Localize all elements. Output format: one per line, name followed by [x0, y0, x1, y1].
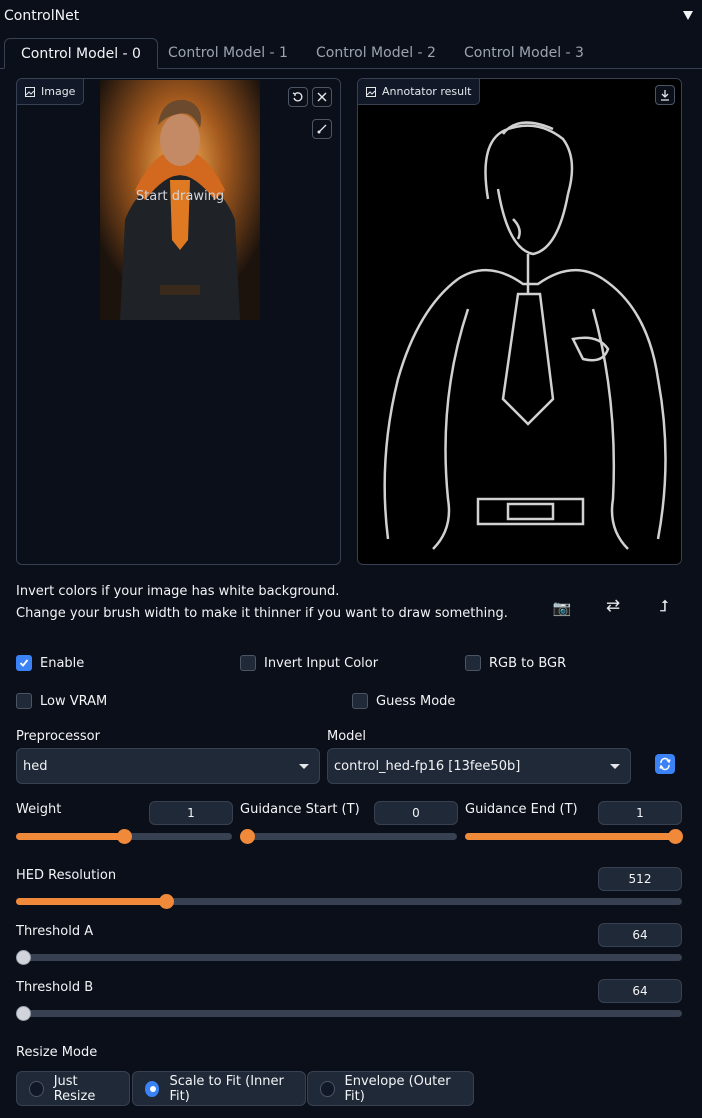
- brush-tool-button[interactable]: [312, 119, 332, 139]
- invert-input-color-checkbox[interactable]: Invert Input Color: [240, 655, 378, 671]
- checkbox-box: [240, 655, 256, 671]
- clear-image-button[interactable]: [312, 87, 332, 107]
- slider-thumb[interactable]: [240, 829, 255, 844]
- enable-label: Enable: [40, 655, 85, 671]
- hint-brush-width: Change your brush width to make it thinn…: [16, 606, 508, 621]
- section-title: ControlNet: [4, 8, 80, 24]
- threshold-a-slider[interactable]: [16, 950, 682, 965]
- collapse-triangle-icon[interactable]: [681, 8, 695, 22]
- guidance-start-label: Guidance Start (T): [240, 802, 360, 817]
- annotator-result-image: [358, 79, 681, 564]
- threshold-b-number-input[interactable]: 64: [598, 979, 682, 1003]
- rgb-to-bgr-checkbox[interactable]: RGB to BGR: [465, 655, 566, 671]
- radio-circle: [29, 1080, 44, 1097]
- hed-resolution-label: HED Resolution: [16, 868, 117, 883]
- image-label-text: Image: [41, 85, 76, 98]
- tab-control-model-1[interactable]: Control Model - 1: [152, 38, 304, 69]
- image-input-panel[interactable]: Image Start drawing: [16, 78, 341, 565]
- slider-thumb[interactable]: [668, 829, 683, 844]
- download-result-button[interactable]: [655, 85, 675, 105]
- model-value: control_hed-fp16 [13fee50b]: [334, 758, 521, 774]
- image-icon: [25, 86, 35, 97]
- chevron-down-icon: [299, 763, 309, 769]
- tab-control-model-2[interactable]: Control Model - 2: [300, 38, 452, 69]
- checkbox-box: [16, 693, 32, 709]
- threshold-b-label: Threshold B: [16, 980, 94, 995]
- radio-label: Just Resize: [53, 1073, 96, 1104]
- low-vram-label: Low VRAM: [40, 693, 108, 709]
- hed-edge-map-image: [383, 121, 667, 550]
- slider-thumb[interactable]: [16, 950, 31, 965]
- slider-thumb[interactable]: [117, 829, 132, 844]
- checkbox-box: [465, 655, 481, 671]
- camera-icon[interactable]: 📷: [549, 597, 575, 619]
- preprocessor-label: Preprocessor: [16, 729, 100, 744]
- rotate-image-button[interactable]: [288, 87, 308, 107]
- radio-just-resize[interactable]: Just Resize: [16, 1071, 130, 1106]
- annotator-result-panel: Annotator result: [357, 78, 682, 565]
- image-icon: [366, 86, 376, 97]
- threshold-a-label: Threshold A: [16, 924, 94, 939]
- enable-checkbox[interactable]: Enable: [16, 655, 84, 671]
- weight-slider[interactable]: [16, 829, 232, 844]
- guidance-start-number-input[interactable]: 0: [374, 801, 458, 825]
- radio-label: Envelope (Outer Fit): [344, 1073, 451, 1104]
- hed-resolution-number-input[interactable]: 512: [598, 867, 682, 891]
- slider-thumb[interactable]: [16, 1006, 31, 1021]
- threshold-a-number-input[interactable]: 64: [598, 923, 682, 947]
- start-drawing-overlay: Start drawing: [135, 189, 225, 204]
- weight-label: Weight: [16, 802, 62, 817]
- guess-mode-checkbox[interactable]: Guess Mode: [352, 693, 455, 709]
- threshold-b-slider[interactable]: [16, 1006, 682, 1021]
- checkbox-checked-icon: [16, 655, 32, 671]
- guidance-end-label: Guidance End (T): [465, 802, 578, 817]
- radio-circle: [320, 1080, 335, 1097]
- refresh-icon: [659, 757, 671, 771]
- image-panel-label: Image: [17, 79, 85, 105]
- guidance-end-number-input[interactable]: 1: [598, 801, 682, 825]
- send-dimensions-icon[interactable]: ⮥: [651, 595, 677, 617]
- slider-thumb[interactable]: [159, 894, 175, 909]
- low-vram-checkbox[interactable]: Low VRAM: [16, 693, 107, 709]
- slider-fill: [16, 833, 124, 840]
- radio-label: Scale to Fit (Inner Fit): [169, 1073, 284, 1104]
- tab-control-model-3[interactable]: Control Model - 3: [448, 38, 600, 69]
- guidance-end-slider[interactable]: [465, 829, 683, 844]
- swap-dimensions-icon[interactable]: ⇄: [600, 595, 626, 617]
- guess-mode-label: Guess Mode: [376, 693, 456, 709]
- brush-icon: [317, 124, 327, 134]
- close-icon: [317, 92, 327, 102]
- preprocessor-dropdown[interactable]: hed: [16, 748, 320, 784]
- annotator-label-text: Annotator result: [382, 85, 472, 98]
- slider-fill: [16, 898, 167, 905]
- hed-resolution-slider[interactable]: [16, 894, 682, 909]
- undo-icon: [292, 92, 303, 102]
- tab-control-model-0[interactable]: Control Model - 0: [4, 38, 158, 69]
- radio-envelope[interactable]: Envelope (Outer Fit): [307, 1071, 474, 1106]
- resize-mode-label: Resize Mode: [16, 1045, 98, 1060]
- chevron-down-icon: [610, 763, 620, 769]
- radio-scale-to-fit[interactable]: Scale to Fit (Inner Fit): [132, 1071, 306, 1106]
- radio-selected-circle: [145, 1080, 160, 1097]
- hint-invert-colors: Invert colors if your image has white ba…: [16, 584, 340, 599]
- checkbox-box: [352, 693, 368, 709]
- preprocessor-value: hed: [23, 758, 48, 774]
- rgb-to-bgr-label: RGB to BGR: [489, 655, 567, 671]
- refresh-models-button[interactable]: [655, 754, 675, 774]
- slider-fill: [465, 833, 682, 840]
- download-icon: [661, 90, 669, 101]
- annotator-panel-label: Annotator result: [358, 79, 481, 105]
- model-dropdown[interactable]: control_hed-fp16 [13fee50b]: [327, 748, 631, 784]
- guidance-start-slider[interactable]: [240, 829, 457, 844]
- weight-number-input[interactable]: 1: [149, 801, 233, 825]
- invert-input-color-label: Invert Input Color: [264, 655, 379, 671]
- model-label: Model: [327, 729, 367, 744]
